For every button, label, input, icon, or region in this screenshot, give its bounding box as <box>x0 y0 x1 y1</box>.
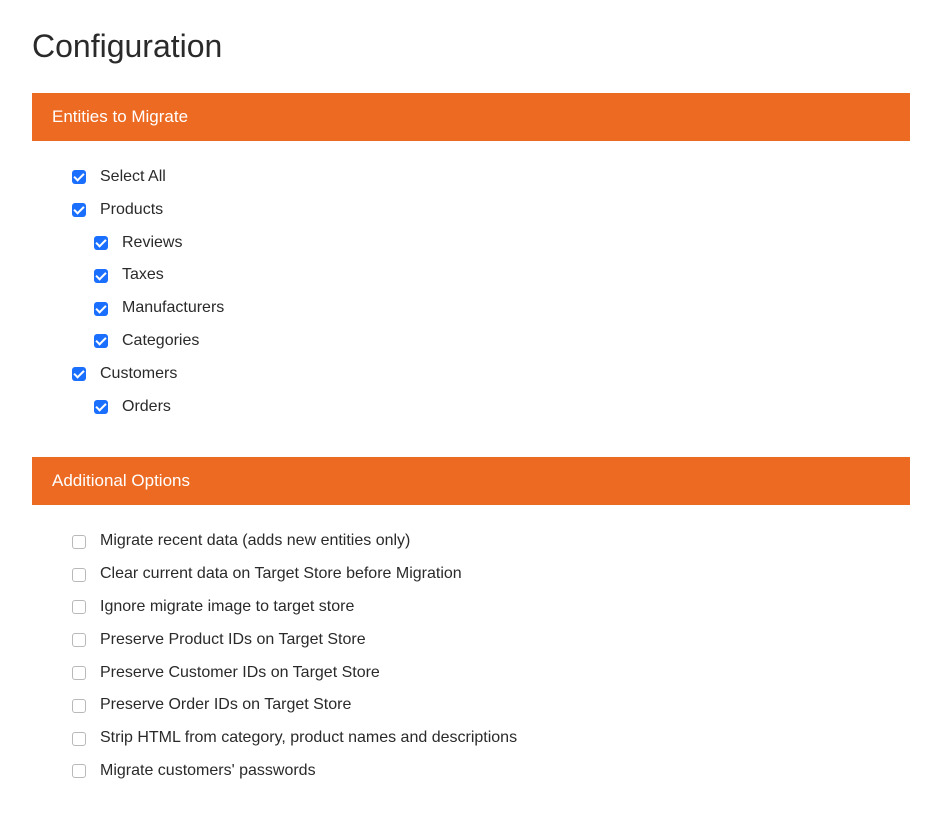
migrate-passwords-row: Migrate customers' passwords <box>72 755 910 788</box>
reviews-row: Reviews <box>72 227 910 260</box>
preserve-customer-ids-row: Preserve Customer IDs on Target Store <box>72 657 910 690</box>
taxes-row: Taxes <box>72 259 910 292</box>
select-all-label: Select All <box>100 167 166 188</box>
ignore-images-row: Ignore migrate image to target store <box>72 591 910 624</box>
select-all-row: Select All <box>72 161 910 194</box>
categories-label: Categories <box>122 331 199 352</box>
migrate-recent-row: Migrate recent data (adds new entities o… <box>72 525 910 558</box>
preserve-product-ids-row: Preserve Product IDs on Target Store <box>72 624 910 657</box>
entities-panel: Entities to Migrate Select All Products … <box>32 93 910 433</box>
migrate-recent-checkbox[interactable] <box>72 535 86 549</box>
categories-row: Categories <box>72 325 910 358</box>
reviews-checkbox[interactable] <box>94 236 108 250</box>
preserve-order-ids-checkbox[interactable] <box>72 699 86 713</box>
manufacturers-label: Manufacturers <box>122 298 224 319</box>
manufacturers-row: Manufacturers <box>72 292 910 325</box>
customers-row: Customers <box>72 358 910 391</box>
taxes-label: Taxes <box>122 265 164 286</box>
preserve-customer-ids-label: Preserve Customer IDs on Target Store <box>100 663 380 684</box>
page-title: Configuration <box>32 28 910 65</box>
taxes-checkbox[interactable] <box>94 269 108 283</box>
select-all-checkbox[interactable] <box>72 170 86 184</box>
customers-label: Customers <box>100 364 177 385</box>
orders-checkbox[interactable] <box>94 400 108 414</box>
entities-panel-body: Select All Products Reviews Taxes Manufa… <box>32 141 910 433</box>
categories-checkbox[interactable] <box>94 334 108 348</box>
products-label: Products <box>100 200 163 221</box>
customers-checkbox[interactable] <box>72 367 86 381</box>
options-panel-body: Migrate recent data (adds new entities o… <box>32 505 910 797</box>
preserve-order-ids-row: Preserve Order IDs on Target Store <box>72 689 910 722</box>
preserve-product-ids-label: Preserve Product IDs on Target Store <box>100 630 366 651</box>
clear-target-checkbox[interactable] <box>72 568 86 582</box>
manufacturers-checkbox[interactable] <box>94 302 108 316</box>
options-panel: Additional Options Migrate recent data (… <box>32 457 910 797</box>
clear-target-row: Clear current data on Target Store befor… <box>72 558 910 591</box>
strip-html-label: Strip HTML from category, product names … <box>100 728 517 749</box>
ignore-images-label: Ignore migrate image to target store <box>100 597 354 618</box>
preserve-customer-ids-checkbox[interactable] <box>72 666 86 680</box>
orders-label: Orders <box>122 397 171 418</box>
migrate-passwords-label: Migrate customers' passwords <box>100 761 316 782</box>
migrate-recent-label: Migrate recent data (adds new entities o… <box>100 531 410 552</box>
entities-panel-header: Entities to Migrate <box>32 93 910 141</box>
orders-row: Orders <box>72 391 910 424</box>
migrate-passwords-checkbox[interactable] <box>72 764 86 778</box>
clear-target-label: Clear current data on Target Store befor… <box>100 564 462 585</box>
strip-html-checkbox[interactable] <box>72 732 86 746</box>
products-row: Products <box>72 194 910 227</box>
ignore-images-checkbox[interactable] <box>72 600 86 614</box>
strip-html-row: Strip HTML from category, product names … <box>72 722 910 755</box>
preserve-product-ids-checkbox[interactable] <box>72 633 86 647</box>
reviews-label: Reviews <box>122 233 182 254</box>
preserve-order-ids-label: Preserve Order IDs on Target Store <box>100 695 351 716</box>
products-checkbox[interactable] <box>72 203 86 217</box>
options-panel-header: Additional Options <box>32 457 910 505</box>
